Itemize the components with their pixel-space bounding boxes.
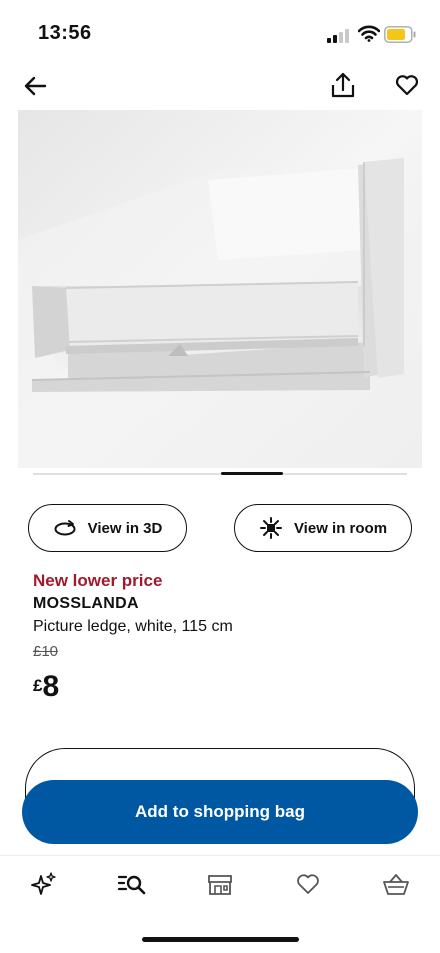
status-time: 13:56 [38, 22, 92, 44]
tab-stores[interactable] [204, 869, 236, 899]
store-icon [208, 875, 232, 895]
tab-shopping-bag[interactable] [380, 869, 412, 899]
back-arrow-icon [24, 76, 47, 96]
sparkle-icon [31, 872, 56, 895]
search-list-icon [117, 875, 146, 895]
tab-bar [0, 855, 440, 915]
picture-ledge-image [18, 110, 422, 468]
new-lower-price-label: New lower price [33, 571, 163, 590]
product-image[interactable] [18, 110, 422, 468]
tab-favourites[interactable] [292, 869, 324, 899]
price-currency: £ [33, 676, 43, 695]
battery-icon [384, 26, 416, 43]
nav-bar [0, 62, 440, 106]
rotate-3d-icon [54, 520, 76, 536]
current-price: £ 8 [33, 672, 59, 702]
heart-icon [297, 874, 319, 894]
cellular-signal-icon [327, 29, 349, 43]
add-to-shopping-bag-button[interactable]: Add to shopping bag [22, 780, 418, 844]
back-button[interactable] [20, 71, 50, 101]
price-amount: 8 [42, 670, 60, 703]
favourite-button[interactable] [391, 70, 423, 100]
home-indicator [142, 937, 299, 942]
basket-icon [383, 874, 409, 895]
view-in-room-label: View in room [293, 519, 388, 537]
carousel-active-indicator [221, 472, 283, 475]
old-price: £10 [33, 643, 59, 660]
view-in-3d-button[interactable]: View in 3D [28, 504, 187, 552]
product-name: MOSSLANDA [33, 595, 139, 612]
wifi-icon [358, 25, 380, 42]
product-description: Picture ledge, white, 115 cm [33, 618, 233, 635]
view-in-room-button[interactable]: View in room [234, 504, 412, 552]
share-icon [331, 72, 355, 98]
view-in-room-icon [259, 517, 282, 539]
status-bar: 13:56 [0, 0, 440, 62]
view-in-3d-label: View in 3D [87, 519, 163, 537]
share-button[interactable] [327, 68, 359, 102]
carousel-indicator [33, 472, 407, 475]
tab-inspiration[interactable] [28, 869, 60, 899]
heart-icon [395, 75, 419, 96]
tab-search[interactable] [116, 869, 148, 899]
add-to-shopping-bag-label: Add to shopping bag [135, 802, 305, 821]
